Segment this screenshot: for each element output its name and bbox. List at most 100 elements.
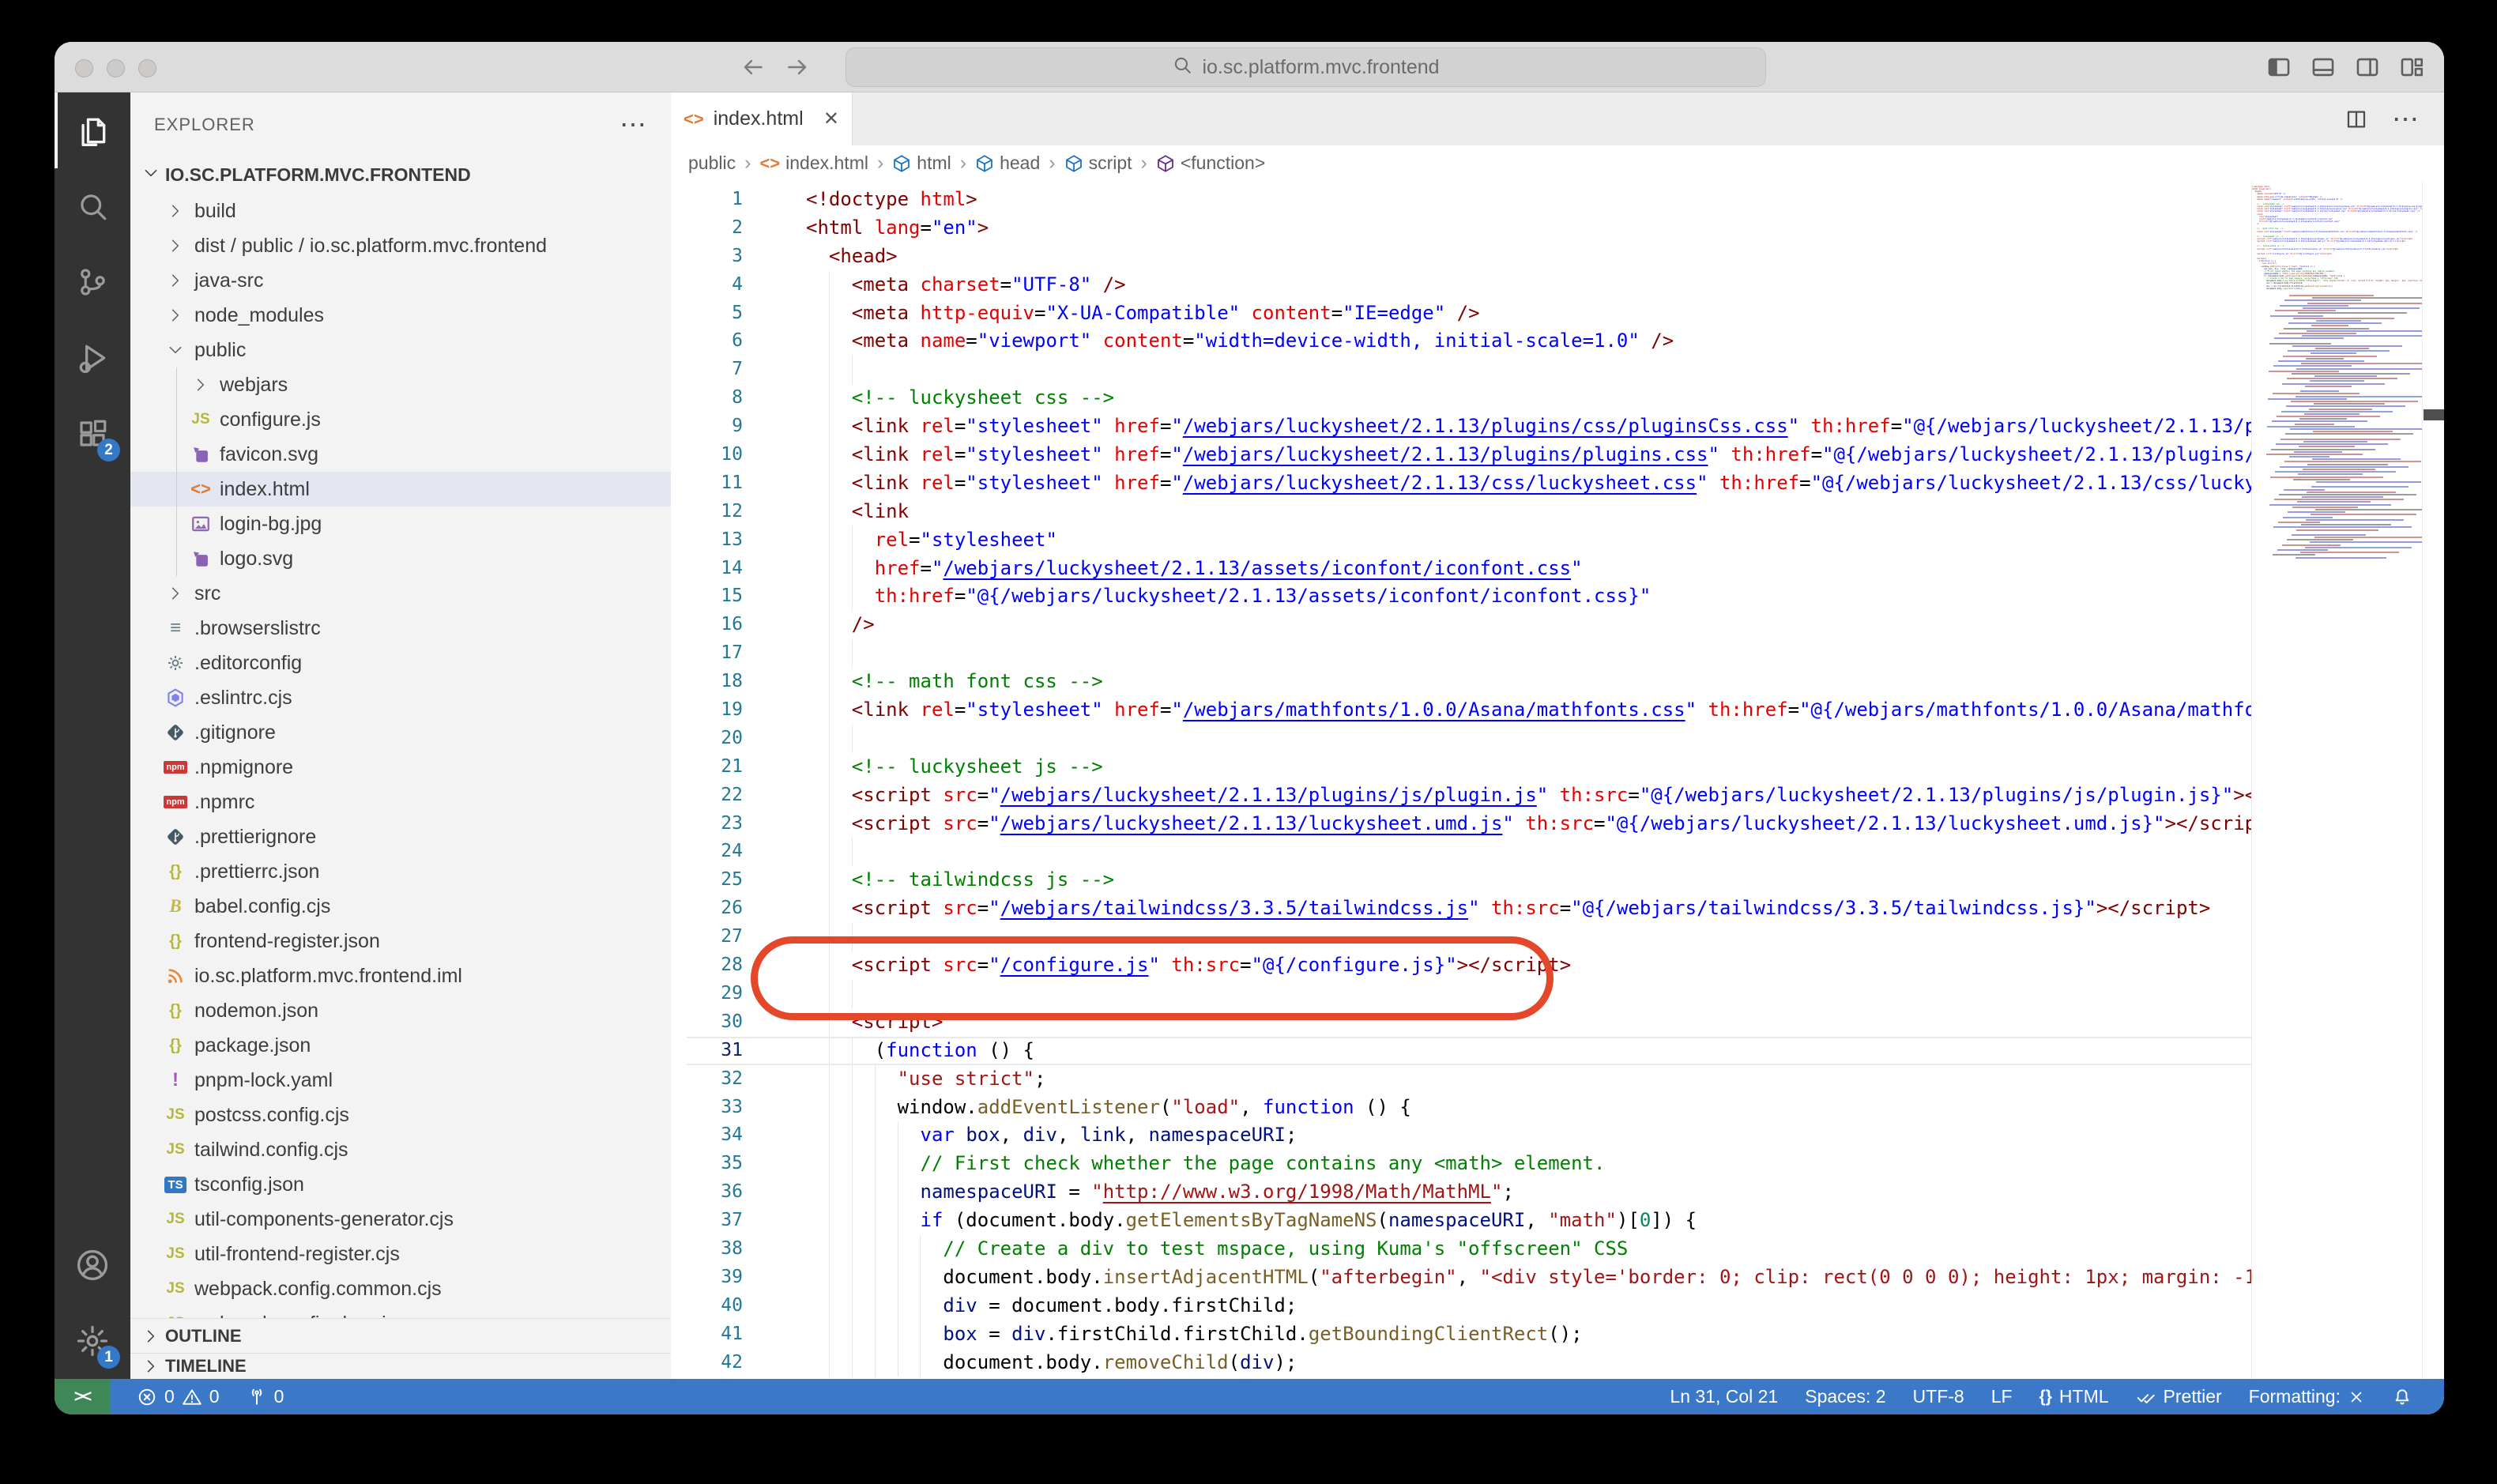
line-number[interactable]: 30	[671, 1008, 743, 1037]
activity-search[interactable]	[55, 168, 130, 244]
line-number[interactable]: 33	[671, 1094, 743, 1122]
tree-item-.npmrc[interactable]: npm.npmrc	[130, 785, 671, 819]
tree-item-webjars[interactable]: webjars	[130, 367, 671, 402]
tree-item-index.html[interactable]: <>index.html	[130, 472, 671, 507]
tree-item-configure.js[interactable]: JSconfigure.js	[130, 402, 671, 437]
tree-item-node-modules[interactable]: node_modules	[130, 298, 671, 333]
breadcrumb-item[interactable]: public	[688, 153, 736, 174]
line-number[interactable]: 22	[671, 782, 743, 810]
status-notifications[interactable]	[2392, 1387, 2412, 1407]
line-number[interactable]: 28	[671, 951, 743, 980]
section-timeline[interactable]: TIMELINE	[130, 1353, 671, 1379]
tree-item-webpack.config.dev.cjs[interactable]: JSwebpack.config.dev.cjs	[130, 1306, 671, 1318]
split-editor-icon[interactable]	[2344, 107, 2368, 131]
breadcrumb-item[interactable]: head	[975, 153, 1040, 174]
line-number[interactable]: 25	[671, 866, 743, 895]
line-number[interactable]: 26	[671, 895, 743, 923]
line-number[interactable]: 8	[671, 384, 743, 412]
tree-item-login-bg.jpg[interactable]: login-bg.jpg	[130, 507, 671, 541]
breadcrumb-item[interactable]: html	[892, 153, 951, 174]
breadcrumb-item[interactable]: <>index.html	[759, 153, 868, 174]
line-number[interactable]: 2	[671, 214, 743, 243]
line-number[interactable]: 6	[671, 327, 743, 356]
tree-item-tsconfig.json[interactable]: TStsconfig.json	[130, 1167, 671, 1202]
tree-item-postcss.config.cjs[interactable]: JSpostcss.config.cjs	[130, 1098, 671, 1132]
line-number[interactable]: 19	[671, 696, 743, 725]
line-number[interactable]: 11	[671, 469, 743, 498]
line-number[interactable]: 32	[671, 1065, 743, 1094]
status-formatting[interactable]: Formatting:	[2249, 1386, 2365, 1407]
line-number[interactable]: 13	[671, 526, 743, 555]
breadcrumb-item[interactable]: <function>	[1156, 153, 1265, 174]
line-number[interactable]: 12	[671, 498, 743, 526]
breadcrumb-item[interactable]: script	[1064, 153, 1132, 174]
line-number[interactable]: 5	[671, 299, 743, 328]
line-number[interactable]: 14	[671, 555, 743, 583]
workspace-root-folder[interactable]: IO.SC.PLATFORM.MVC.FRONTEND	[130, 156, 671, 194]
line-number[interactable]: 36	[671, 1178, 743, 1207]
tree-item-favicon.svg[interactable]: favicon.svg	[130, 437, 671, 472]
tree-item-frontend-register.json[interactable]: {}frontend-register.json	[130, 924, 671, 959]
line-number[interactable]: 4	[671, 271, 743, 299]
tree-item-.browserslistrc[interactable]: ≡.browserslistrc	[130, 611, 671, 646]
status-encoding[interactable]: UTF-8	[1913, 1386, 1964, 1407]
close-button[interactable]	[75, 59, 93, 77]
tree-item-.prettierignore[interactable]: .prettierignore	[130, 819, 671, 854]
line-number[interactable]: 34	[671, 1121, 743, 1150]
line-number[interactable]: 40	[671, 1292, 743, 1320]
tree-item-nodemon.json[interactable]: {}nodemon.json	[130, 993, 671, 1028]
layout-sidebar-left-icon[interactable]	[2265, 54, 2292, 81]
line-number[interactable]: 10	[671, 441, 743, 469]
tab-index-html[interactable]: <> index.html ✕	[671, 92, 853, 145]
status-language-mode[interactable]: {}HTML	[2039, 1386, 2109, 1407]
code-editor[interactable]: 1<!doctype html>2<html lang="en">3 <head…	[671, 181, 2251, 1379]
tree-item-dist-public-io.sc.platform.mvc.frontend[interactable]: dist / public / io.sc.platform.mvc.front…	[130, 228, 671, 263]
line-number[interactable]: 39	[671, 1264, 743, 1292]
zoom-button[interactable]	[138, 59, 156, 77]
status-cursor-position[interactable]: Ln 31, Col 21	[1670, 1386, 1778, 1407]
activity-source-control[interactable]	[55, 244, 130, 320]
status-prettier[interactable]: Prettier	[2136, 1386, 2222, 1407]
tree-item-public[interactable]: public	[130, 333, 671, 367]
line-number[interactable]: 41	[671, 1320, 743, 1349]
line-number[interactable]: 21	[671, 753, 743, 782]
tree-item-pnpm-lock.yaml[interactable]: !pnpm-lock.yaml	[130, 1063, 671, 1098]
line-number[interactable]: 1	[671, 186, 743, 214]
line-number[interactable]: 23	[671, 810, 743, 838]
status-problems[interactable]: 00	[137, 1386, 220, 1407]
tree-item-.eslintrc.cjs[interactable]: .eslintrc.cjs	[130, 680, 671, 715]
tree-item-.prettierrc.json[interactable]: {}.prettierrc.json	[130, 854, 671, 889]
section-outline[interactable]: OUTLINE	[130, 1318, 671, 1353]
tree-item-java-src[interactable]: java-src	[130, 263, 671, 298]
line-number[interactable]: 27	[671, 923, 743, 951]
tree-item-.gitignore[interactable]: .gitignore	[130, 715, 671, 750]
arrow-right-icon[interactable]	[785, 55, 810, 80]
layout-customize-icon[interactable]	[2398, 54, 2425, 81]
activity-extensions[interactable]: 2	[55, 396, 130, 472]
line-number[interactable]: 15	[671, 582, 743, 611]
line-number[interactable]: 17	[671, 639, 743, 668]
tree-item-webpack.config.common.cjs[interactable]: JSwebpack.config.common.cjs	[130, 1271, 671, 1306]
tree-item-src[interactable]: src	[130, 576, 671, 611]
layout-sidebar-right-icon[interactable]	[2354, 54, 2381, 81]
tree-item-util-frontend-register.cjs[interactable]: JSutil-frontend-register.cjs	[130, 1237, 671, 1271]
line-number[interactable]: 24	[671, 838, 743, 866]
tree-item-logo.svg[interactable]: logo.svg	[130, 541, 671, 576]
activity-files[interactable]	[55, 92, 130, 168]
tree-item-package.json[interactable]: {}package.json	[130, 1028, 671, 1063]
line-number[interactable]: 16	[671, 611, 743, 639]
line-number[interactable]: 3	[671, 243, 743, 271]
status-ports[interactable]: 0	[247, 1386, 284, 1407]
minimize-button[interactable]	[107, 59, 125, 77]
layout-panel-icon[interactable]	[2310, 54, 2337, 81]
more-icon[interactable]: ⋯	[2392, 115, 2420, 123]
status-indentation[interactable]: Spaces: 2	[1805, 1386, 1885, 1407]
views-and-more-actions-button[interactable]: ⋯	[620, 121, 647, 129]
remote-indicator[interactable]: ><	[55, 1379, 110, 1414]
activity-settings-gear[interactable]: 1	[55, 1303, 130, 1379]
tree-item-.npmignore[interactable]: npm.npmignore	[130, 750, 671, 785]
minimap[interactable]: <!doctype html><html lang="en"> <head> <…	[2251, 181, 2422, 1379]
tree-item-.editorconfig[interactable]: .editorconfig	[130, 646, 671, 680]
line-number[interactable]: 29	[671, 980, 743, 1008]
tree-item-babel.config.cjs[interactable]: Bbabel.config.cjs	[130, 889, 671, 924]
